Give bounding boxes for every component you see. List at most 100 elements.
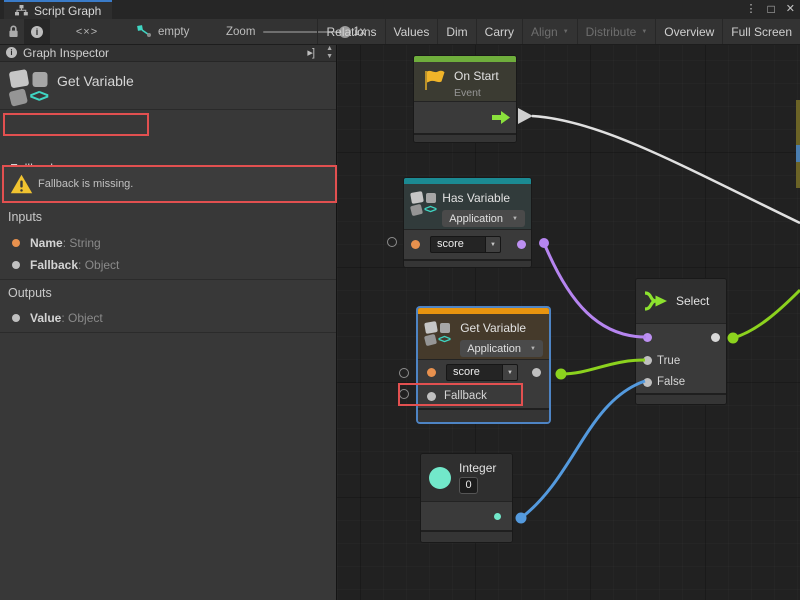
- wire-onstart-flow[interactable]: [532, 116, 800, 223]
- name-input-port[interactable]: [427, 368, 436, 377]
- panel-scroll-arrows[interactable]: ▲ ▼: [326, 45, 333, 61]
- node-footer: [421, 530, 512, 542]
- scroll-up-icon[interactable]: ▲: [326, 45, 333, 53]
- unconnected-port-ring[interactable]: [399, 389, 409, 399]
- values-button[interactable]: Values: [385, 19, 438, 44]
- lock-icon: [8, 25, 19, 38]
- wire-endpoint-purple[interactable]: [539, 238, 549, 248]
- variable-picker-button[interactable]: ▼: [503, 364, 518, 381]
- graph-path-indicator[interactable]: empty: [137, 19, 189, 44]
- has-variable-node[interactable]: <> Has Variable Application ▼ score ▼: [403, 177, 532, 268]
- select-icon: [643, 290, 669, 312]
- unconnected-port-ring[interactable]: [387, 237, 397, 247]
- dim-button[interactable]: Dim: [437, 19, 475, 44]
- true-port-label: True: [657, 354, 680, 366]
- graph-inspector-panel: i Graph Inspector ▸] ▲ ▼ <> Get Variable…: [0, 45, 337, 600]
- graph-canvas[interactable]: On Start Event <> Has Variable: [337, 45, 800, 600]
- chevron-down-icon: ▼: [563, 29, 569, 35]
- graph-path-label: empty: [158, 26, 189, 38]
- code-view-button[interactable]: <×>: [70, 19, 104, 44]
- integer-value-field[interactable]: 0: [459, 477, 478, 494]
- chevron-down-icon: ▼: [641, 29, 647, 35]
- select-node[interactable]: Select True False: [635, 278, 727, 405]
- align-button: Align▼: [522, 19, 577, 44]
- name-input-port[interactable]: [411, 240, 420, 249]
- node-footer: [636, 393, 726, 404]
- bool-output-port[interactable]: [517, 240, 526, 249]
- output-row-value: Value: Object: [0, 311, 336, 327]
- input-row-fallback: Fallback: Object: [0, 258, 336, 274]
- scroll-down-icon[interactable]: ▼: [326, 53, 333, 61]
- fallback-port-label: Fallback: [444, 390, 487, 402]
- relations-button[interactable]: Relations: [317, 19, 384, 44]
- offscreen-wire-sliver: [796, 100, 800, 188]
- node-title: Select: [676, 294, 709, 308]
- on-start-node[interactable]: On Start Event: [413, 55, 517, 143]
- unconnected-port-ring[interactable]: [399, 368, 409, 378]
- port-dot-orange: [12, 239, 20, 247]
- titlebar: Script Graph ⋮ □ ✕: [0, 0, 800, 19]
- wire-endpoint-blue[interactable]: [516, 513, 527, 524]
- inputs-header: Inputs: [8, 210, 42, 224]
- variable-name-field[interactable]: score: [430, 236, 486, 253]
- flow-output-port[interactable]: [492, 111, 510, 124]
- wire-select-output[interactable]: [733, 290, 800, 338]
- integer-icon: [428, 466, 452, 490]
- wire-endpoint-green[interactable]: [556, 369, 567, 380]
- lock-button[interactable]: [4, 19, 22, 44]
- info-icon: i: [31, 26, 43, 38]
- port-dot-gray: [12, 261, 20, 269]
- get-variable-node[interactable]: <> Get Variable Application ▼ score ▼: [417, 307, 550, 423]
- wire-connector-triangle[interactable]: [518, 108, 533, 124]
- maximize-icon[interactable]: □: [768, 0, 775, 19]
- window-menu-icon[interactable]: ⋮: [746, 0, 757, 19]
- wire-hasvariable-to-select[interactable]: [544, 243, 646, 337]
- full-screen-button[interactable]: Full Screen: [722, 19, 800, 44]
- overview-button[interactable]: Overview: [655, 19, 722, 44]
- inspector-toggle-button[interactable]: i: [24, 19, 50, 44]
- variable-picker-button[interactable]: ▼: [486, 236, 501, 253]
- false-port-label: False: [657, 376, 685, 388]
- fallback-input-port[interactable]: [427, 392, 436, 401]
- tab-script-graph[interactable]: Script Graph: [4, 0, 112, 19]
- wire-endpoint-green[interactable]: [728, 333, 739, 344]
- warning-box: Fallback is missing.: [0, 166, 336, 203]
- inspector-title: Graph Inspector: [23, 46, 109, 60]
- dock-panel-icon[interactable]: ▸]: [307, 46, 314, 59]
- value-output-port[interactable]: [532, 368, 541, 377]
- zoom-label: Zoom: [226, 26, 255, 38]
- chevron-down-icon: ▼: [530, 346, 536, 352]
- wire-getvariable-to-select-true[interactable]: [561, 360, 645, 374]
- node-title: Has Variable: [442, 191, 525, 205]
- node-title: On Start: [454, 69, 499, 83]
- variable-name-field[interactable]: score: [446, 364, 503, 381]
- unit-title: Get Variable: [57, 73, 134, 89]
- graph-toolbar: i <×> empty Zoom 1x Relations Values Dim…: [0, 19, 800, 45]
- warning-icon: [10, 174, 33, 194]
- node-subtitle: Event: [454, 87, 499, 99]
- carry-button[interactable]: Carry: [476, 19, 522, 44]
- selection-output-port[interactable]: [711, 333, 720, 342]
- tab-title: Script Graph: [34, 4, 101, 18]
- offscreen-wire-sliver: [796, 145, 800, 162]
- scope-dropdown[interactable]: Application ▼: [442, 210, 525, 227]
- port-dot-gray: [12, 314, 20, 322]
- integer-node[interactable]: Integer 0: [420, 453, 513, 543]
- unit-title-block: <> Get Variable: [0, 62, 336, 110]
- input-row-name: Name: String: [0, 236, 336, 252]
- flag-icon: [421, 69, 447, 92]
- distribute-button: Distribute▼: [577, 19, 656, 44]
- scope-dropdown[interactable]: Application ▼: [460, 340, 543, 357]
- node-footer: [404, 259, 531, 267]
- variable-icon: <>: [425, 321, 453, 347]
- node-footer: [418, 408, 549, 422]
- chevron-down-icon: ▼: [512, 216, 518, 222]
- variable-icon: <>: [411, 191, 435, 217]
- inspector-header: i Graph Inspector ▸] ▲ ▼: [0, 45, 336, 62]
- info-icon: i: [6, 47, 17, 58]
- value-output-port[interactable]: [494, 513, 501, 520]
- outputs-header: Outputs: [8, 286, 52, 300]
- node-title: Get Variable: [460, 321, 543, 335]
- close-icon[interactable]: ✕: [786, 0, 795, 19]
- node-footer: [414, 133, 516, 142]
